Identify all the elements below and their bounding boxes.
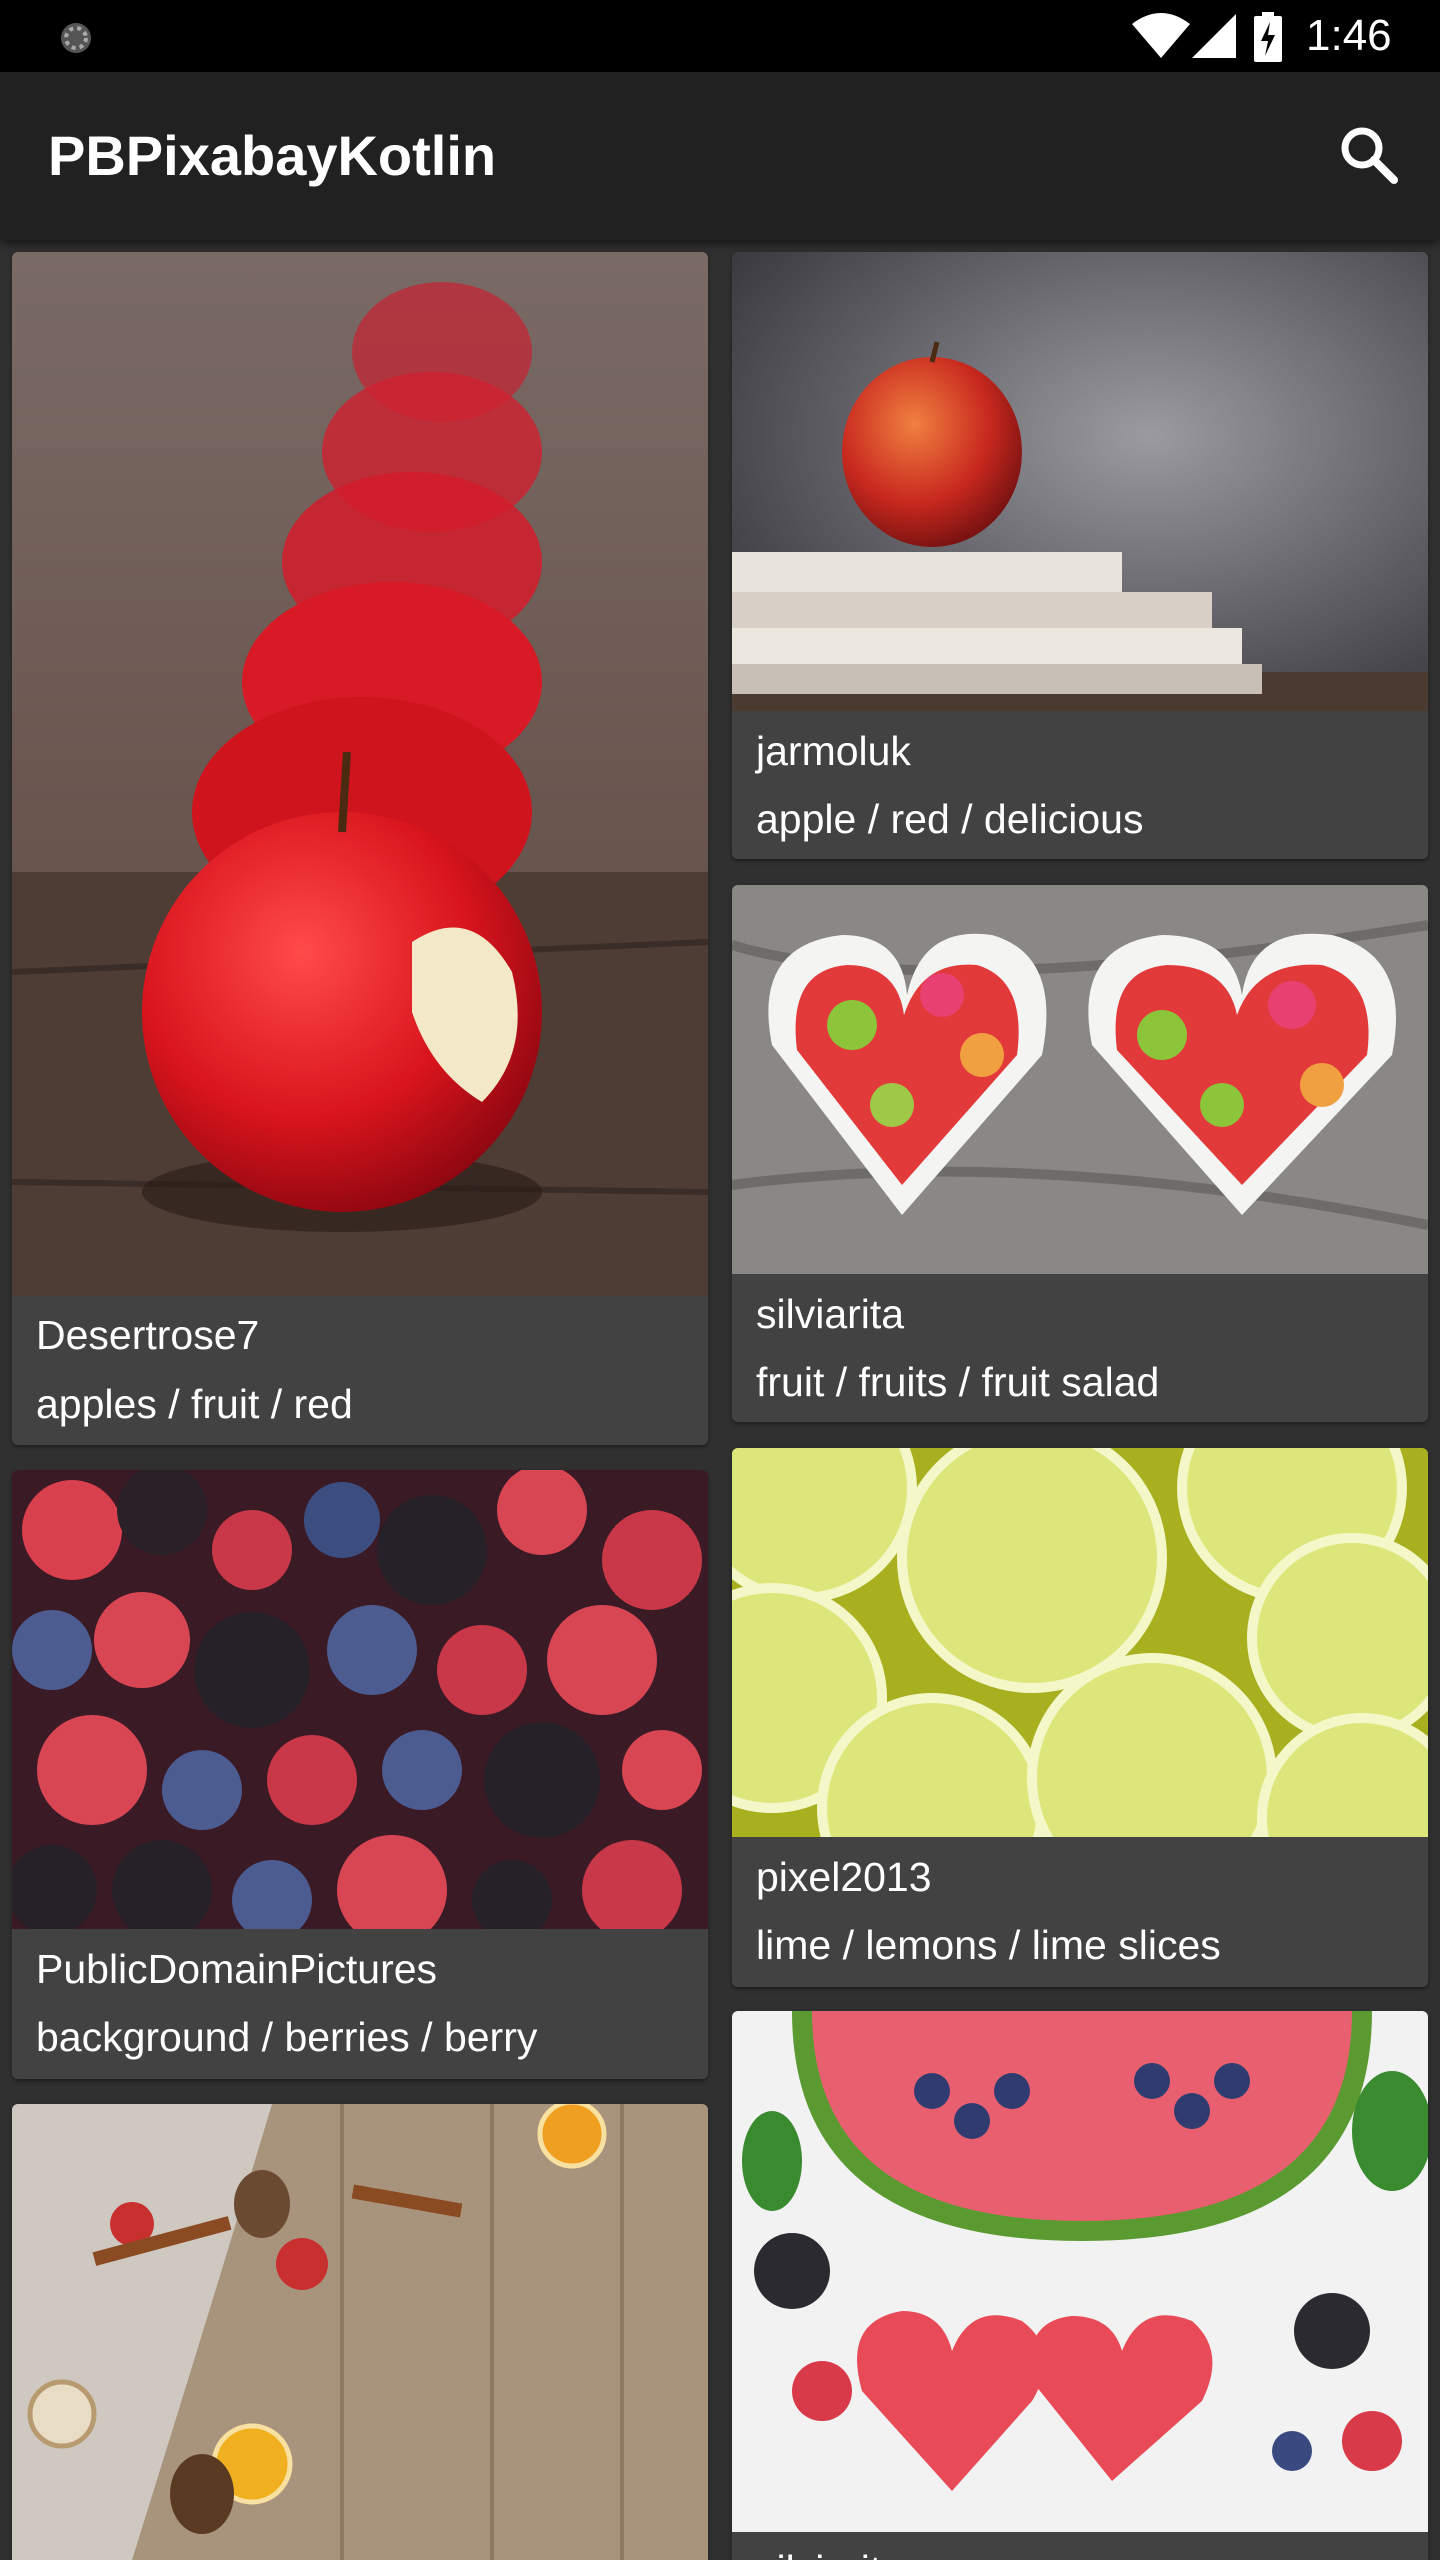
- card-user: jarmoluk: [756, 728, 911, 774]
- image-thumbnail: [732, 252, 1428, 711]
- card-user: silviarita: [756, 2545, 904, 2560]
- app-bar: PBPixabayKotlin: [0, 72, 1440, 240]
- image-card[interactable]: [12, 2104, 708, 2560]
- card-tags: background / berries / berry: [36, 2014, 538, 2060]
- image-card[interactable]: PublicDomainPictures background / berrie…: [12, 1470, 708, 2079]
- image-thumbnail: [12, 2104, 708, 2560]
- image-thumbnail: [732, 2011, 1428, 2532]
- card-tags: apple / red / delicious: [756, 796, 1144, 842]
- cellular-signal-icon: [1192, 14, 1236, 58]
- app-title: PBPixabayKotlin: [48, 124, 497, 187]
- status-bar: 1:46: [0, 0, 1440, 72]
- card-user: pixel2013: [756, 1854, 932, 1900]
- card-user: silviarita: [756, 1291, 905, 1337]
- image-card[interactable]: silviarita fruit / fruits / fruit salad: [732, 885, 1428, 1422]
- card-user: Desertrose7: [36, 1312, 260, 1358]
- image-thumbnail: [12, 252, 708, 1296]
- image-card[interactable]: Desertrose7 apples / fruit / red: [12, 252, 708, 1445]
- card-tags: apples / fruit / red: [36, 1381, 353, 1427]
- wifi-icon: [1132, 13, 1190, 58]
- image-card[interactable]: jarmoluk apple / red / delicious: [732, 252, 1428, 859]
- card-user: PublicDomainPictures: [36, 1946, 438, 1992]
- image-thumbnail: [732, 1448, 1428, 1837]
- image-card[interactable]: silviarita: [732, 2011, 1428, 2560]
- image-card[interactable]: pixel2013 lime / lemons / lime slices: [732, 1448, 1428, 1987]
- card-tags: lime / lemons / lime slices: [756, 1922, 1221, 1968]
- image-thumbnail: [732, 885, 1428, 1274]
- card-tags: fruit / fruits / fruit salad: [756, 1359, 1160, 1405]
- battery-charging-icon: [1254, 12, 1282, 62]
- image-thumbnail: [12, 1470, 708, 1929]
- search-icon[interactable]: [1334, 120, 1404, 190]
- loading-icon: [61, 23, 91, 53]
- status-time: 1:46: [1306, 11, 1392, 60]
